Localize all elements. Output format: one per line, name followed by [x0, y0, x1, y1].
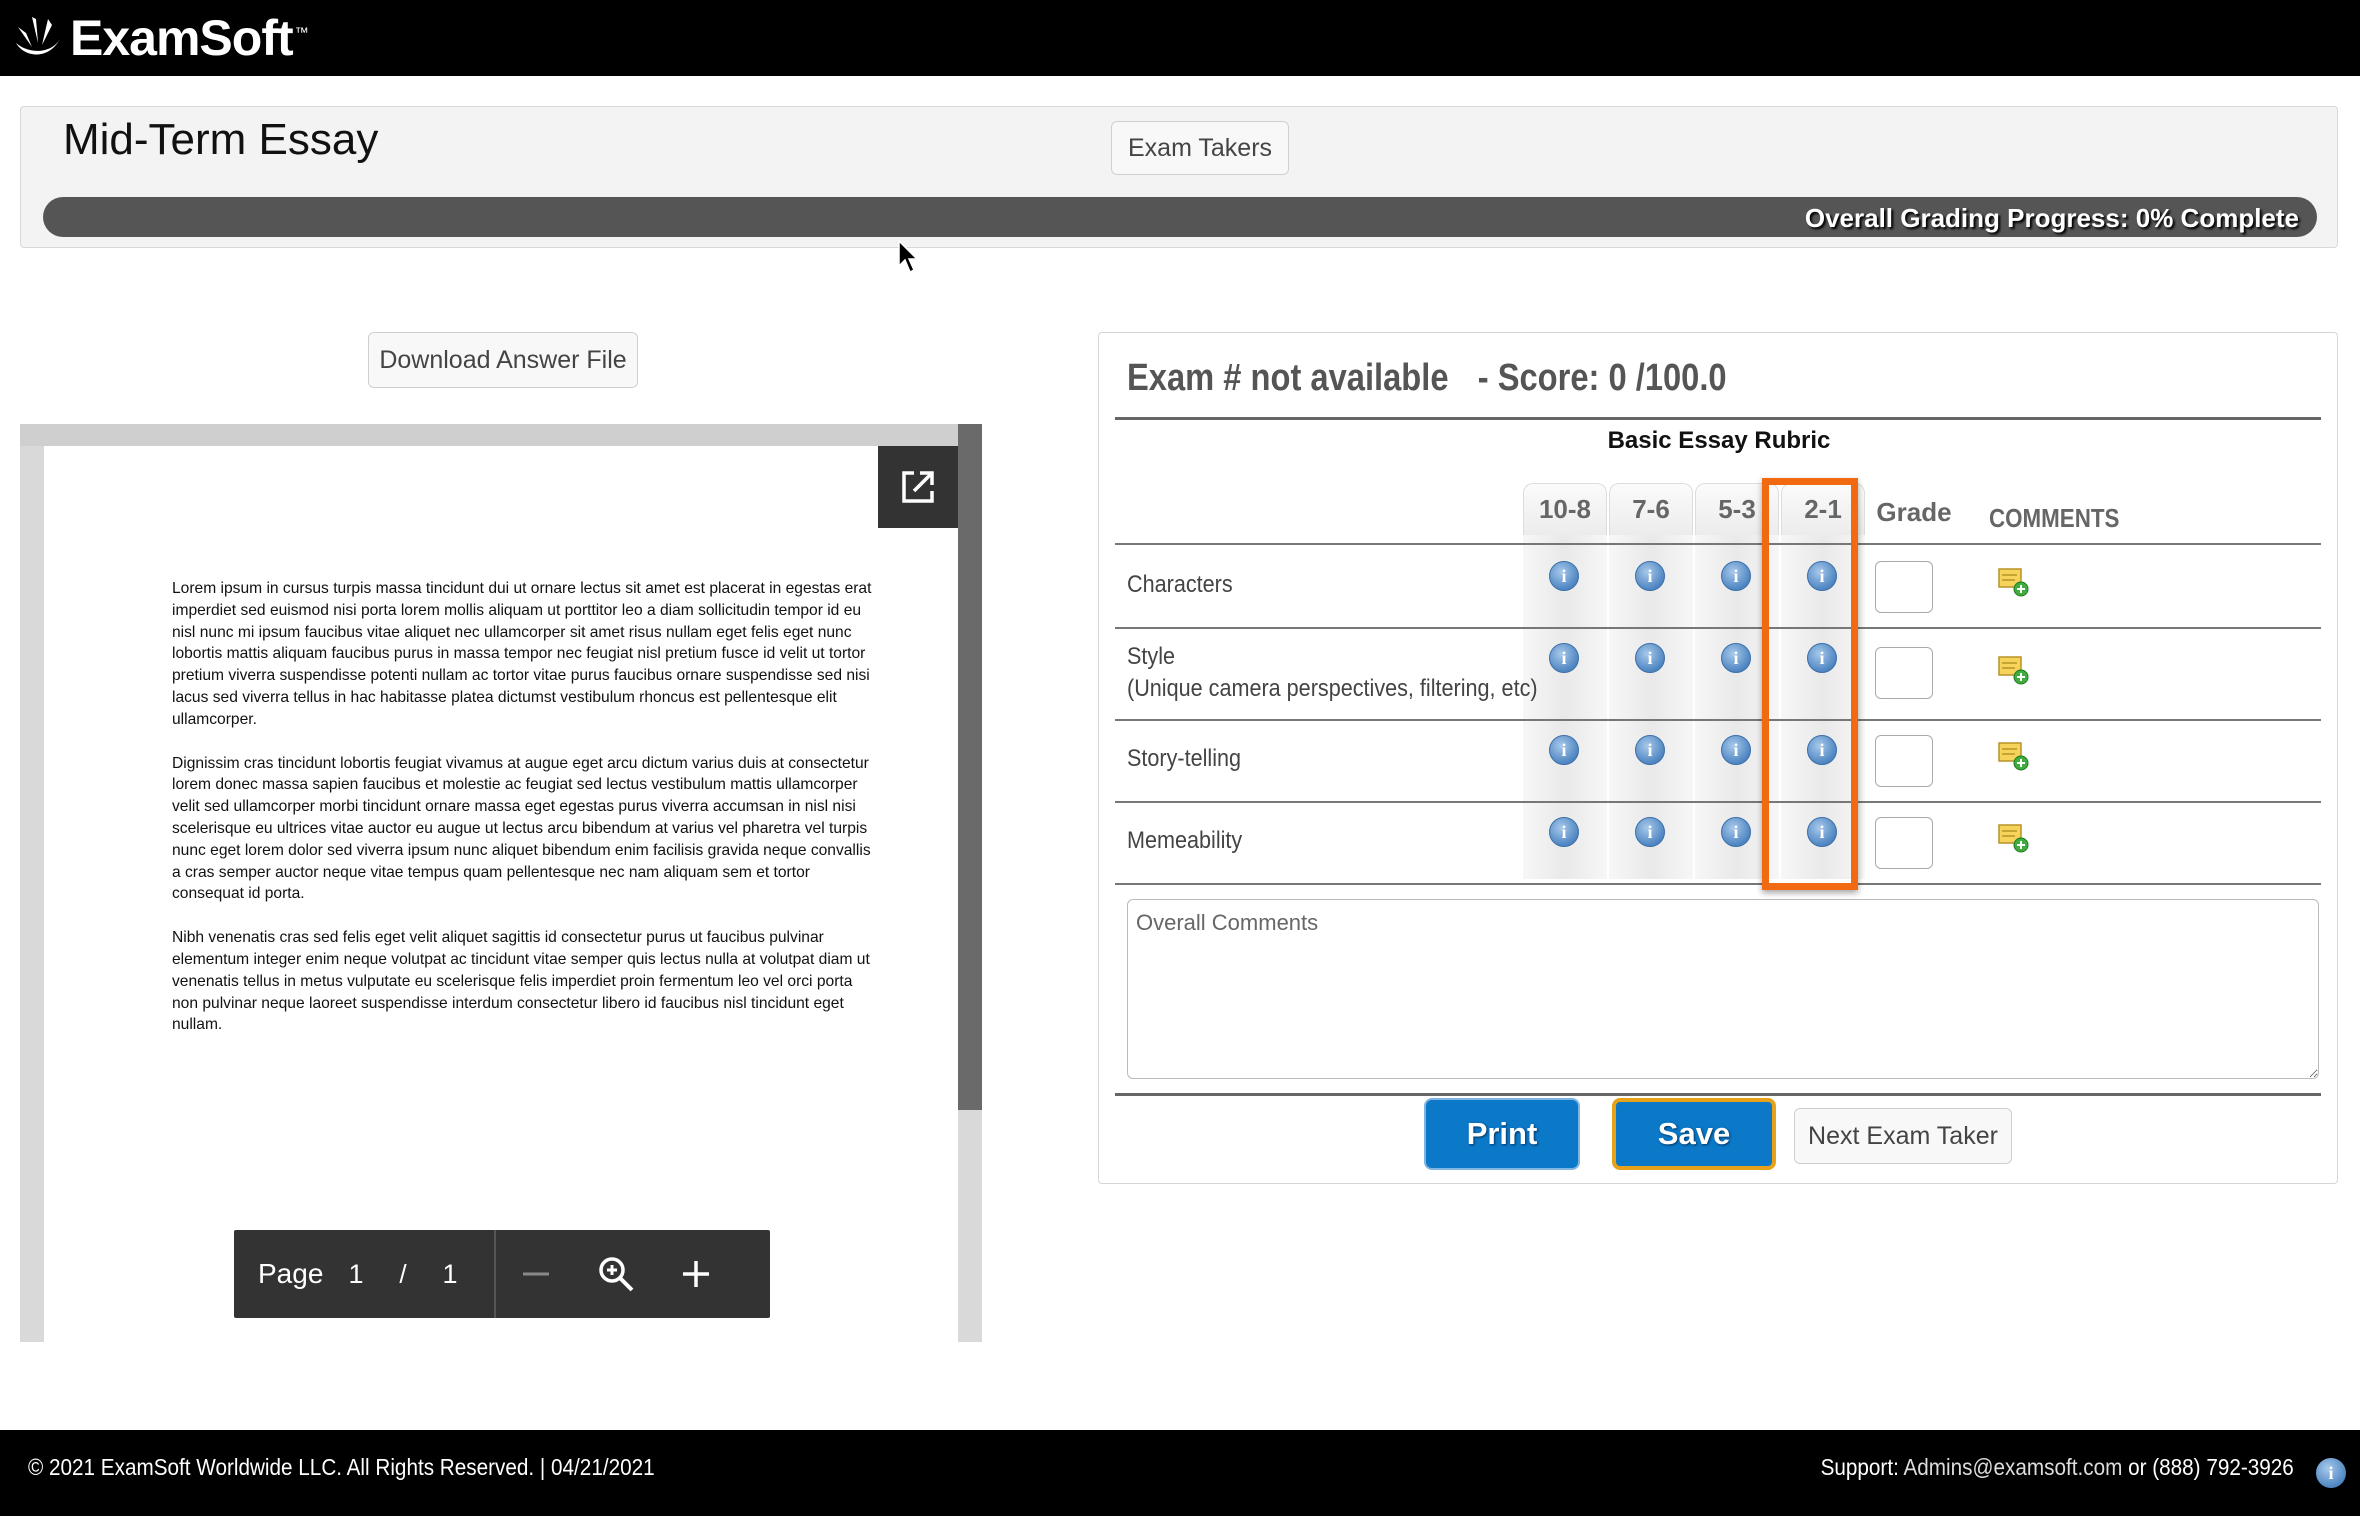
criterion-memeability: Memeability — [1127, 827, 1243, 854]
info-icon[interactable]: i — [1721, 817, 1751, 847]
viewer-scrollbar[interactable] — [958, 424, 982, 1342]
examsoft-logo[interactable]: ExamSoft ™ — [12, 10, 309, 66]
add-comment-icon[interactable] — [1997, 823, 2029, 853]
exam-header-panel: Mid-Term Essay Exam Takers Overall Gradi… — [20, 106, 2338, 248]
info-icon[interactable]: i — [1721, 735, 1751, 765]
logo-trademark: ™ — [294, 24, 309, 40]
info-icon[interactable]: i — [1635, 561, 1665, 591]
score-heading: Exam # not available - Score: 0 /100.0 — [1127, 357, 1727, 400]
overall-comments-field[interactable] — [1127, 899, 2319, 1079]
page-separator: / — [399, 1258, 407, 1289]
grade-input-style[interactable] — [1875, 647, 1933, 699]
page-label: Page — [258, 1258, 324, 1289]
total-pages: 1 — [442, 1258, 458, 1289]
answer-viewer: Lorem ipsum in cursus turpis massa tinci… — [20, 424, 982, 1342]
footer-info-icon[interactable]: i — [2316, 1458, 2346, 1488]
open-in-new-window-button[interactable] — [878, 446, 958, 528]
viewer-top-border — [20, 424, 982, 446]
current-page-input[interactable]: 1 — [336, 1259, 376, 1290]
zoom-fit-button[interactable] — [576, 1230, 656, 1318]
logo-mark-icon — [16, 17, 60, 55]
row-divider — [1115, 801, 2321, 803]
grade-input-memeability[interactable] — [1875, 817, 1933, 869]
comments-column-header: COMMENTS — [1989, 503, 2120, 533]
answer-paragraph: Nibh venenatis cras sed felis eget velit… — [172, 929, 870, 1034]
next-exam-taker-button[interactable]: Next Exam Taker — [1794, 1108, 2012, 1164]
add-comment-icon[interactable] — [1997, 741, 2029, 771]
rubric-column-5-3: 5-3 — [1695, 483, 1779, 535]
zoom-in-button[interactable] — [656, 1230, 736, 1318]
minus-icon — [523, 1272, 549, 1276]
footer-copyright: © 2021 ExamSoft Worldwide LLC. All Right… — [28, 1454, 655, 1480]
answer-document-text: Lorem ipsum in cursus turpis massa tinci… — [172, 578, 878, 1058]
row-divider — [1115, 883, 2321, 885]
info-icon[interactable]: i — [1635, 735, 1665, 765]
criterion-story-telling: Story-telling — [1127, 745, 1242, 772]
add-comment-icon[interactable] — [1997, 567, 2029, 597]
support-phone: or (888) 792-3926 — [2122, 1454, 2294, 1480]
support-label: Support: — [1820, 1454, 1904, 1480]
info-icon[interactable]: i — [1635, 817, 1665, 847]
answer-paragraph: Lorem ipsum in cursus turpis massa tinci… — [172, 580, 872, 728]
save-button[interactable]: Save — [1612, 1098, 1776, 1170]
row-divider — [1115, 543, 2321, 545]
rubric-column-2-1: 2-1 — [1781, 483, 1865, 535]
info-icon[interactable]: i — [1807, 817, 1837, 847]
info-icon[interactable]: i — [1635, 643, 1665, 673]
add-comment-icon[interactable] — [1997, 655, 2029, 685]
criterion-style-description: (Unique camera perspectives, filtering, … — [1127, 675, 1538, 702]
info-icon[interactable]: i — [1721, 561, 1751, 591]
footer-support: Support: Admins@examsoft.com or (888) 79… — [1821, 1454, 2294, 1481]
download-answer-file-button[interactable]: Download Answer File — [368, 332, 638, 388]
info-icon[interactable]: i — [1549, 643, 1579, 673]
info-icon[interactable]: i — [1549, 735, 1579, 765]
rubric-column-10-8: 10-8 — [1523, 483, 1607, 535]
footer: © 2021 ExamSoft Worldwide LLC. All Right… — [0, 1430, 2360, 1516]
criterion-style: Style — [1127, 643, 1176, 670]
grade-input-story-telling[interactable] — [1875, 735, 1933, 787]
exam-number: Exam # not available — [1127, 357, 1449, 399]
external-link-icon — [902, 471, 934, 503]
rubric-title: Basic Essay Rubric — [1607, 427, 1831, 454]
viewer-scrollbar-thumb[interactable] — [958, 424, 982, 1110]
page-toolbar: Page 1 / 1 — [234, 1230, 770, 1318]
rubric-column-7-6: 7-6 — [1609, 483, 1693, 535]
row-divider — [1115, 627, 2321, 629]
logo-text: ExamSoft — [70, 10, 294, 66]
info-icon[interactable]: i — [1549, 561, 1579, 591]
grade-input-characters[interactable] — [1875, 561, 1933, 613]
grading-progress-label: Overall Grading Progress: 0% Complete — [1804, 203, 2299, 233]
criterion-characters: Characters — [1127, 571, 1233, 598]
info-icon[interactable]: i — [1807, 735, 1837, 765]
zoom-out-button[interactable] — [496, 1230, 576, 1318]
grade-column-header: Grade — [1876, 496, 1952, 527]
answer-document-page: Lorem ipsum in cursus turpis massa tinci… — [44, 446, 958, 1342]
score-divider — [1115, 417, 2321, 420]
print-button[interactable]: Print — [1424, 1098, 1580, 1170]
grading-panel: Exam # not available - Score: 0 /100.0 Ba… — [1098, 332, 2338, 1184]
score-value: - Score: 0 /100.0 — [1477, 357, 1727, 399]
mouse-cursor-icon — [898, 240, 919, 274]
grading-progress-bar: Overall Grading Progress: 0% Complete — [43, 197, 2317, 237]
row-divider — [1115, 719, 2321, 721]
actions-divider — [1115, 1093, 2321, 1096]
info-icon[interactable]: i — [1549, 817, 1579, 847]
exam-title: Mid-Term Essay — [63, 115, 379, 164]
top-bar: ExamSoft ™ — [0, 0, 2360, 76]
plus-icon — [683, 1261, 709, 1287]
answer-paragraph: Dignissim cras tincidunt lobortis feugia… — [172, 754, 871, 903]
info-icon[interactable]: i — [1807, 643, 1837, 673]
exam-takers-button[interactable]: Exam Takers — [1111, 121, 1289, 175]
support-email-link[interactable]: Admins@examsoft.com — [1904, 1454, 2123, 1480]
info-icon[interactable]: i — [1807, 561, 1837, 591]
info-icon[interactable]: i — [1721, 643, 1751, 673]
zoom-icon — [599, 1257, 634, 1292]
